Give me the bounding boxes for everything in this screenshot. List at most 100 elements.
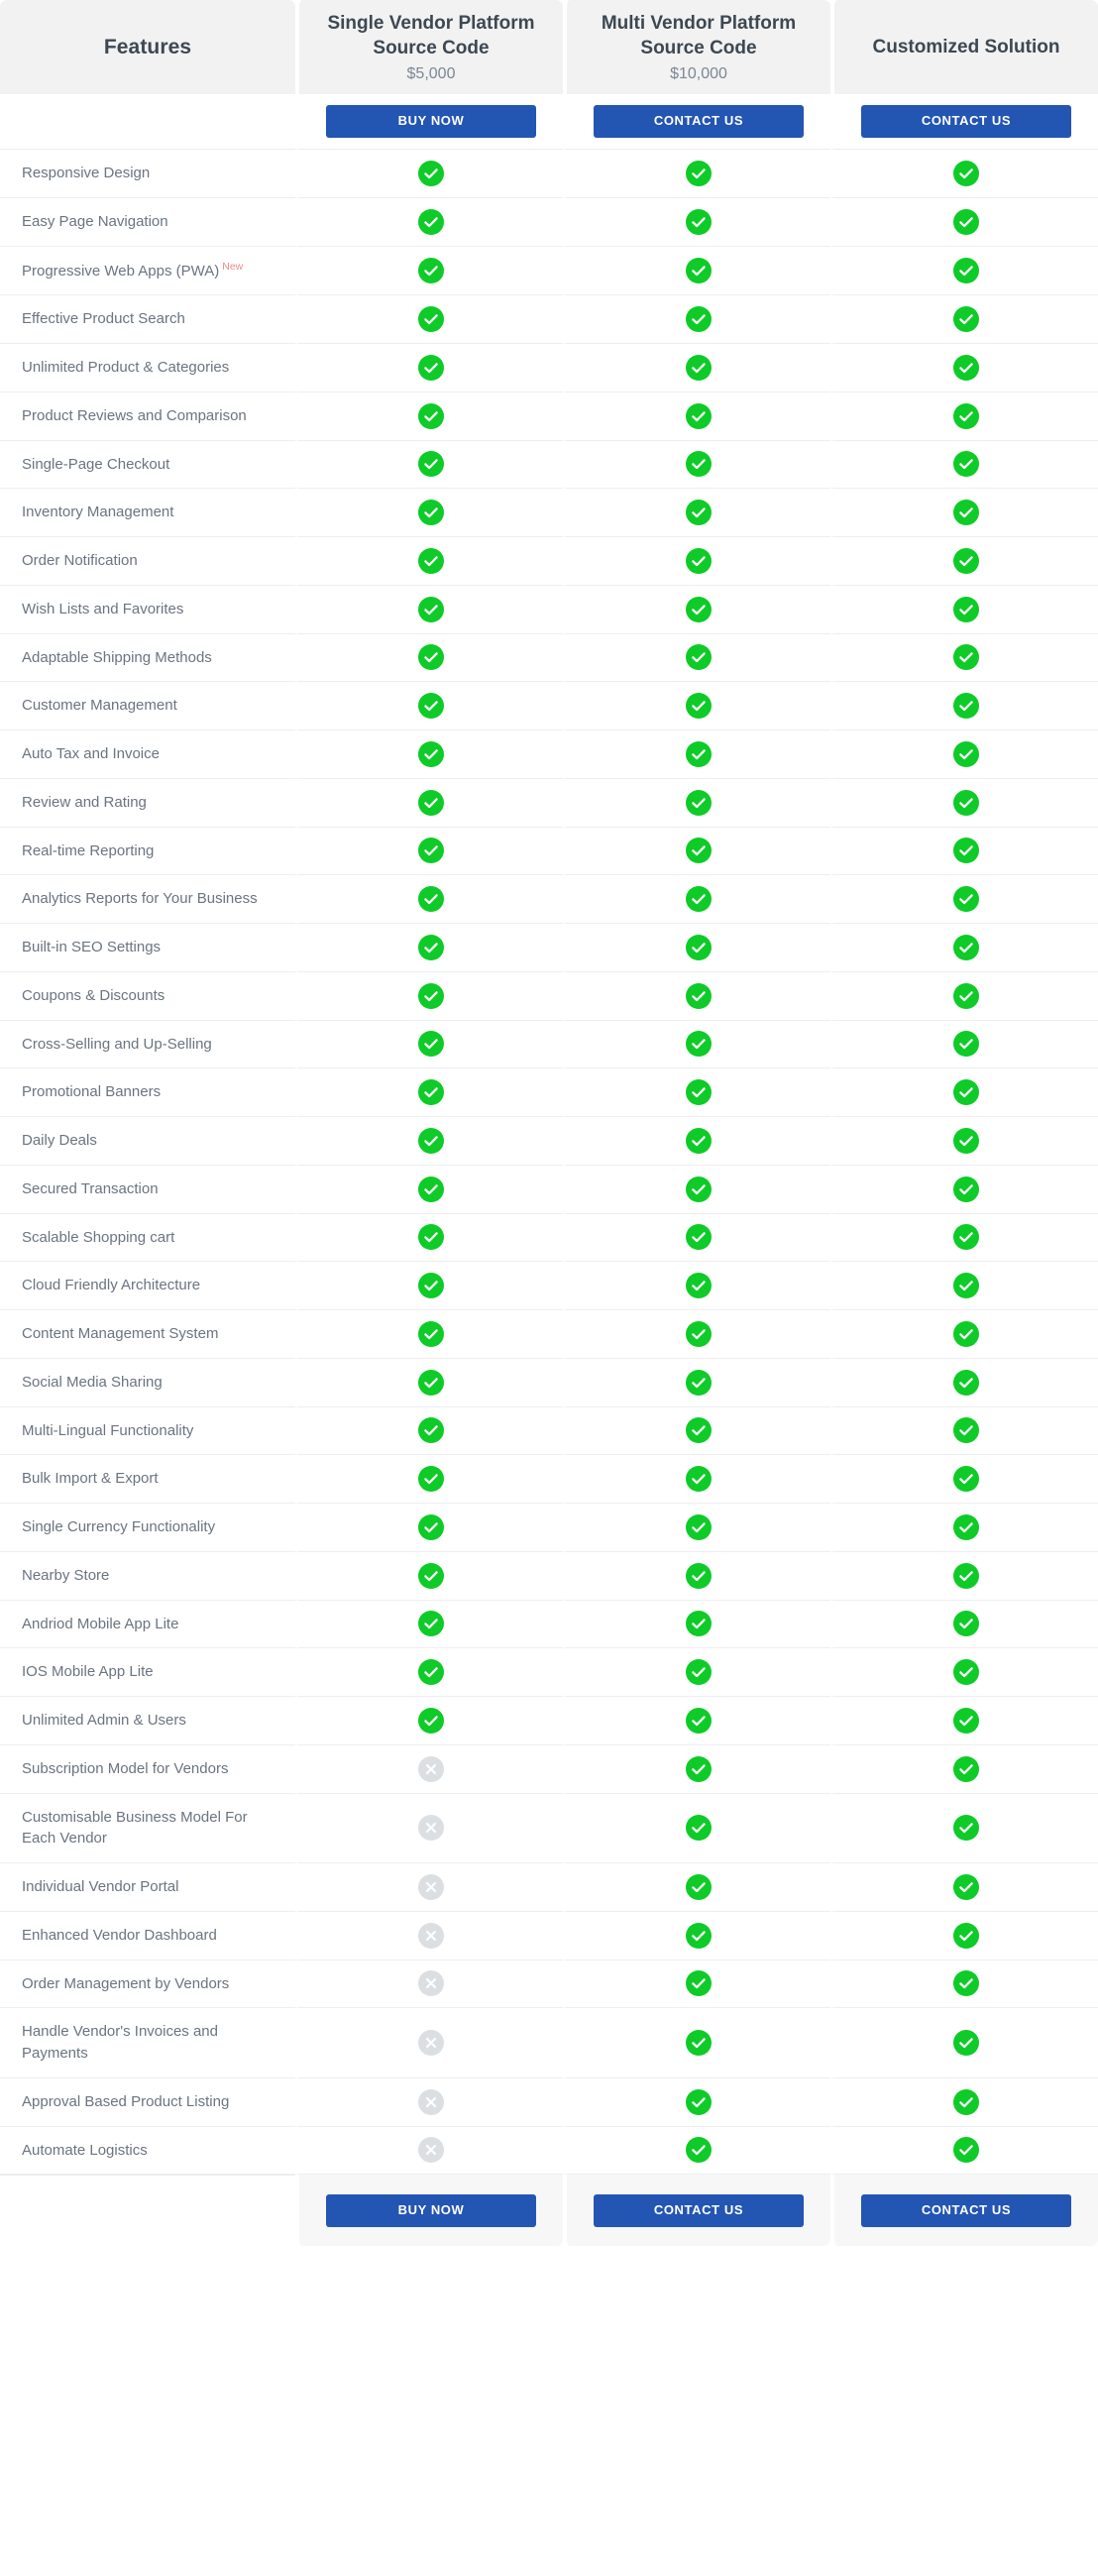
- feature-value-cell-14-0: [295, 827, 563, 876]
- check-circle-icon: [686, 982, 712, 1009]
- table-row: Secured Transaction: [0, 1165, 1098, 1214]
- feature-label: Bulk Import & Export: [22, 1470, 159, 1488]
- top-cta-button-1[interactable]: CONTACT US: [594, 104, 804, 139]
- feature-label: Content Management System: [22, 1325, 219, 1342]
- feature-value-cell-8-1: [563, 537, 830, 586]
- check-circle-icon: [418, 306, 444, 333]
- feature-label-cell-30: Andriod Mobile App Lite: [0, 1600, 295, 1649]
- check-circle-icon: [953, 2137, 979, 2164]
- table-row: Individual Vendor Portal: [0, 1863, 1098, 1912]
- check-circle-icon: [418, 257, 444, 283]
- bottom-cta-row: BUY NOW CONTACT US CONTACT US: [0, 2175, 1098, 2247]
- feature-value-cell-13-0: [295, 778, 563, 828]
- feature-value-cell-20-0: [295, 1117, 563, 1166]
- feature-value-cell-30-0: [295, 1600, 563, 1649]
- top-cta-cell-1: CONTACT US: [563, 94, 830, 150]
- plan-header-2: Customized Solution: [830, 0, 1098, 94]
- feature-label-cell-4: Unlimited Product & Categories: [0, 344, 295, 392]
- feature-label-cell-29: Nearby Store: [0, 1551, 295, 1601]
- feature-value-cell-30-1: [563, 1600, 830, 1649]
- feature-label: Order Notification: [22, 552, 138, 569]
- feature-label-cell-21: Secured Transaction: [0, 1165, 295, 1214]
- check-circle-icon: [686, 1611, 712, 1637]
- feature-value-cell-34-0: [295, 1793, 563, 1863]
- feature-value-cell-1-1: [563, 197, 830, 247]
- check-circle-icon: [418, 1562, 444, 1589]
- check-circle-icon: [953, 1417, 979, 1444]
- feature-value-cell-9-0: [295, 585, 563, 634]
- bottom-cta-button-0[interactable]: BUY NOW: [326, 2193, 536, 2227]
- check-circle-icon: [953, 354, 979, 381]
- feature-value-cell-31-1: [563, 1648, 830, 1697]
- check-circle-icon: [686, 1127, 712, 1154]
- feature-label: Subscription Model for Vendors: [22, 1759, 229, 1777]
- feature-value-cell-27-0: [295, 1455, 563, 1504]
- feature-value-cell-39-2: [830, 2077, 1098, 2127]
- feature-label: Enhanced Vendor Dashboard: [22, 1926, 217, 1944]
- check-circle-icon: [953, 1224, 979, 1251]
- check-circle-icon: [953, 1079, 979, 1106]
- feature-value-cell-2-2: [830, 246, 1098, 296]
- check-circle-icon: [686, 886, 712, 913]
- feature-value-cell-31-2: [830, 1648, 1098, 1697]
- feature-value-cell-18-0: [295, 1020, 563, 1069]
- check-circle-icon: [418, 402, 444, 429]
- table-row: Single Currency Functionality: [0, 1504, 1098, 1552]
- bottom-cta-cell-1: CONTACT US: [563, 2175, 830, 2247]
- check-circle-icon: [686, 402, 712, 429]
- feature-value-cell-11-0: [295, 682, 563, 730]
- top-cta-cell-2: CONTACT US: [830, 94, 1098, 150]
- feature-value-cell-3-2: [830, 295, 1098, 344]
- bottom-cta-button-1[interactable]: CONTACT US: [594, 2193, 804, 2227]
- check-circle-icon: [953, 160, 979, 186]
- feature-value-cell-15-2: [830, 875, 1098, 924]
- table-row: Order Notification: [0, 537, 1098, 586]
- check-circle-icon: [953, 1176, 979, 1202]
- feature-label-cell-22: Scalable Shopping cart: [0, 1213, 295, 1263]
- check-circle-icon: [418, 596, 444, 622]
- feature-label: Review and Rating: [22, 793, 147, 811]
- check-circle-icon: [686, 257, 712, 283]
- table-row: Product Reviews and Comparison: [0, 392, 1098, 441]
- feature-value-cell-32-2: [830, 1697, 1098, 1745]
- feature-label-cell-11: Customer Management: [0, 682, 295, 730]
- check-circle-icon: [953, 2088, 979, 2115]
- check-circle-icon: [953, 451, 979, 478]
- check-circle-icon: [686, 1369, 712, 1396]
- feature-value-cell-0-1: [563, 150, 830, 198]
- feature-value-cell-36-1: [563, 1911, 830, 1960]
- feature-label: Secured Transaction: [22, 1179, 159, 1197]
- feature-label-cell-9: Wish Lists and Favorites: [0, 585, 295, 634]
- check-circle-icon: [686, 1417, 712, 1444]
- table-row: Real-time Reporting: [0, 827, 1098, 876]
- feature-label-cell-38: Handle Vendor's Invoices and Payments: [0, 2008, 295, 2078]
- feature-value-cell-31-0: [295, 1648, 563, 1697]
- feature-label: IOS Mobile App Lite: [22, 1663, 154, 1681]
- top-cta-button-2[interactable]: CONTACT US: [861, 104, 1071, 139]
- feature-label-cell-2: Progressive Web Apps (PWA) New: [0, 246, 295, 296]
- top-cta-button-0[interactable]: BUY NOW: [326, 104, 536, 139]
- feature-value-cell-25-2: [830, 1358, 1098, 1407]
- feature-value-cell-38-1: [563, 2008, 830, 2078]
- plan-header-0: Single Vendor Platform Source Code $5,000: [295, 0, 563, 94]
- bottom-cta-cell-2: CONTACT US: [830, 2175, 1098, 2247]
- feature-label-cell-13: Review and Rating: [0, 778, 295, 828]
- feature-label-cell-8: Order Notification: [0, 537, 295, 586]
- feature-label-cell-24: Content Management System: [0, 1310, 295, 1359]
- table-row: Effective Product Search: [0, 295, 1098, 344]
- feature-value-cell-5-2: [830, 392, 1098, 441]
- feature-label: Auto Tax and Invoice: [22, 745, 160, 762]
- check-circle-icon: [418, 1079, 444, 1106]
- feature-label: Single Currency Functionality: [22, 1518, 216, 1535]
- bottom-cta-button-2[interactable]: CONTACT US: [861, 2193, 1071, 2227]
- feature-label-cell-7: Inventory Management: [0, 489, 295, 537]
- table-row: Customisable Business Model For Each Ven…: [0, 1793, 1098, 1863]
- feature-value-cell-9-2: [830, 585, 1098, 634]
- check-circle-icon: [953, 1513, 979, 1540]
- feature-value-cell-25-0: [295, 1358, 563, 1407]
- feature-value-cell-21-0: [295, 1165, 563, 1214]
- cross-circle-icon: [418, 1922, 444, 1949]
- feature-value-cell-36-2: [830, 1911, 1098, 1960]
- feature-label: Unlimited Admin & Users: [22, 1712, 186, 1729]
- table-row: Order Management by Vendors: [0, 1960, 1098, 2009]
